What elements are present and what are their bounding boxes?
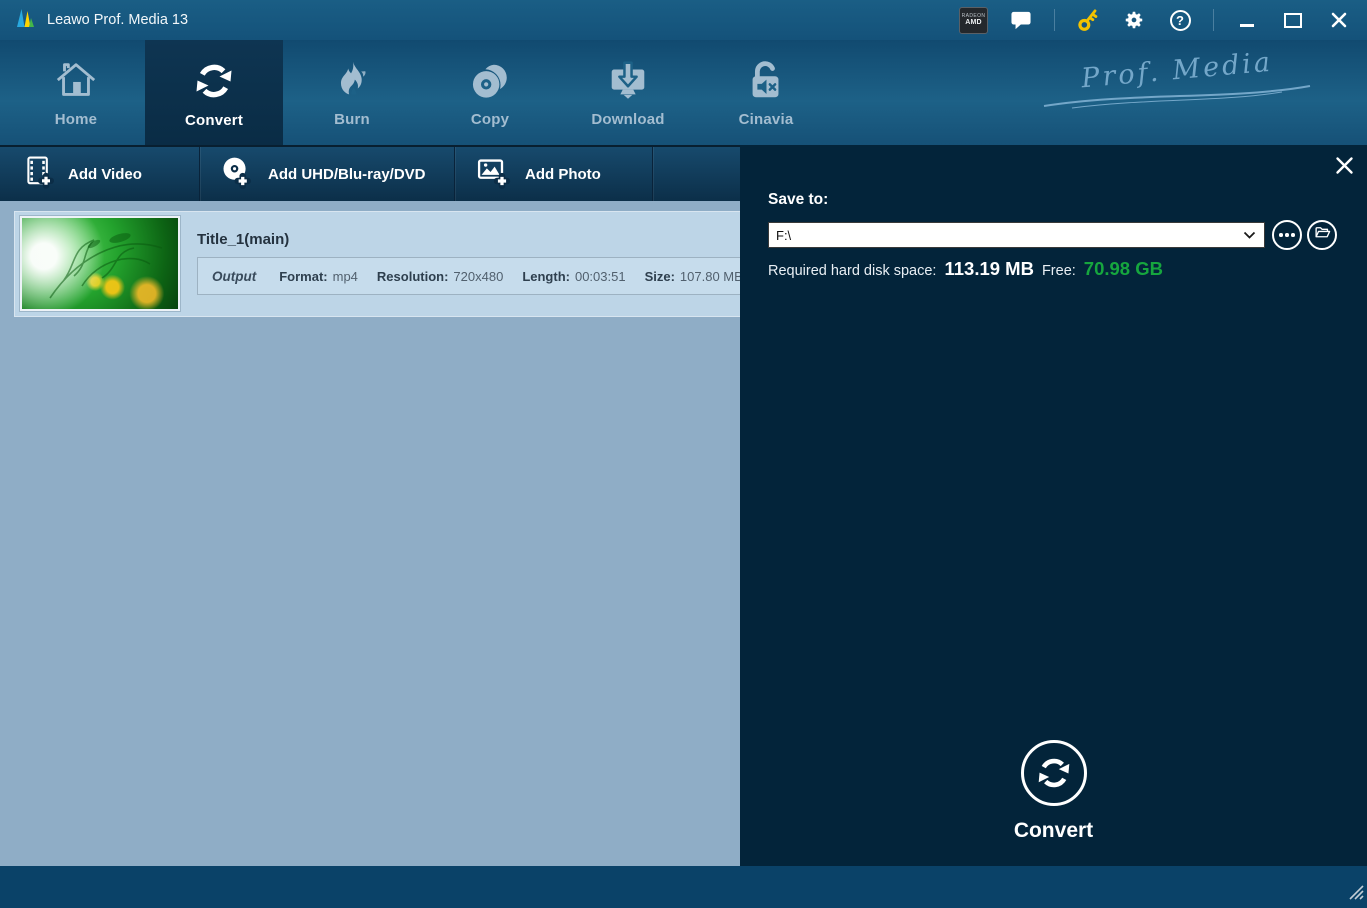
cinavia-unlock-icon xyxy=(743,58,789,104)
tab-cinavia[interactable]: Cinavia xyxy=(697,40,835,145)
required-space-label: Required hard disk space: xyxy=(768,263,936,279)
maximize-button[interactable] xyxy=(1280,6,1306,34)
disk-space-info: Required hard disk space: 113.19 MB Free… xyxy=(768,258,1163,280)
burn-flame-icon xyxy=(329,58,375,104)
add-toolbar: Add Video Add UHD/Blu-ray/DVD xyxy=(0,145,740,201)
copy-disc-icon xyxy=(467,58,513,104)
register-key-icon[interactable] xyxy=(1075,6,1101,34)
resize-grip[interactable] xyxy=(1348,884,1364,905)
free-space-value: 70.98 GB xyxy=(1084,258,1163,280)
leawo-logo-icon xyxy=(13,6,37,35)
main-nav: Home Convert xyxy=(0,40,1367,145)
save-path-select[interactable]: F:\ xyxy=(768,222,1265,248)
titlebar-separator xyxy=(1054,9,1055,31)
convert-button[interactable]: Convert xyxy=(740,740,1367,843)
disc-plus-icon xyxy=(220,154,254,195)
open-folder-button[interactable] xyxy=(1307,220,1337,250)
titlebar-separator xyxy=(1213,9,1214,31)
help-icon[interactable]: ? xyxy=(1167,6,1193,34)
save-path-value: F:\ xyxy=(769,228,1243,243)
film-plus-icon xyxy=(22,154,54,195)
settings-gear-icon[interactable] xyxy=(1121,6,1147,34)
free-space-label: Free: xyxy=(1042,263,1076,279)
browse-ellipsis-button[interactable] xyxy=(1272,220,1302,250)
feedback-icon[interactable] xyxy=(1008,6,1034,34)
convert-icon xyxy=(190,57,238,105)
tab-download[interactable]: Download xyxy=(559,40,697,145)
chevron-down-icon xyxy=(1243,231,1264,239)
folder-icon xyxy=(1314,225,1331,245)
format-field: Format: mp4 xyxy=(279,269,358,284)
panel-close-button[interactable] xyxy=(1333,154,1355,176)
tab-home[interactable]: Home xyxy=(7,40,145,145)
toolbar-separator xyxy=(652,147,653,201)
tab-burn[interactable]: Burn xyxy=(283,40,421,145)
convert-settings-panel: Save to: F:\ Required hard disk space: 1… xyxy=(740,145,1367,866)
convert-circle-arrows-icon xyxy=(1021,740,1087,806)
tab-copy[interactable]: Copy xyxy=(421,40,559,145)
add-video-button[interactable]: Add Video xyxy=(0,147,199,201)
amd-gpu-badge[interactable]: RADEON AMD xyxy=(959,7,988,34)
add-uhd-bluray-dvd-button[interactable]: Add UHD/Blu-ray/DVD xyxy=(200,147,454,201)
tab-convert[interactable]: Convert xyxy=(145,40,283,145)
media-list: Title_1(main) Output Format: mp4 Resolut… xyxy=(0,201,740,866)
length-field: Length: 00:03:51 xyxy=(522,269,625,284)
media-title: Title_1(main) xyxy=(197,231,289,248)
status-bar xyxy=(0,866,1367,908)
photo-plus-icon xyxy=(475,154,511,195)
size-field: Size: 107.80 MB xyxy=(645,269,743,284)
add-photo-button[interactable]: Add Photo xyxy=(455,147,652,201)
download-icon xyxy=(605,58,651,104)
save-to-label: Save to: xyxy=(768,191,828,209)
output-label: Output xyxy=(212,269,256,284)
window-title: Leawo Prof. Media 13 xyxy=(47,12,188,28)
home-icon xyxy=(53,58,99,104)
convert-button-label: Convert xyxy=(1014,819,1093,843)
minimize-button[interactable] xyxy=(1234,6,1260,34)
required-space-value: 113.19 MB xyxy=(944,258,1033,280)
titlebar: Leawo Prof. Media 13 RADEON AMD xyxy=(0,0,1367,40)
app-window: Leawo Prof. Media 13 RADEON AMD xyxy=(0,0,1367,908)
resolution-field: Resolution: 720x480 xyxy=(377,269,503,284)
video-thumbnail xyxy=(20,216,180,311)
close-button[interactable] xyxy=(1326,6,1352,34)
